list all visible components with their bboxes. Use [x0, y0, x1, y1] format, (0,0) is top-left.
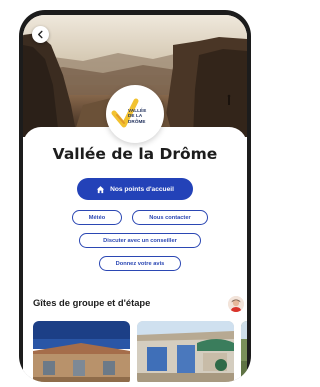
- app-screen: VALLÉE DE LA DRÔME Vallée de la Drôme No…: [23, 15, 247, 382]
- chat-advisor-button[interactable]: Discuter avec un conseiller: [79, 233, 201, 248]
- weather-button[interactable]: Météo: [72, 210, 122, 225]
- section-title: Gîtes de groupe et d'étape: [33, 297, 151, 308]
- listing-thumbnail-1[interactable]: [33, 321, 130, 382]
- listing-thumbnail-2[interactable]: [137, 321, 234, 382]
- contact-button[interactable]: Nous contacter: [132, 210, 208, 225]
- advisor-avatar-icon: [228, 296, 244, 312]
- logo-text-line-2: DE LA DRÔME: [128, 113, 146, 124]
- phone-frame: VALLÉE DE LA DRÔME Vallée de la Drôme No…: [19, 10, 251, 382]
- advisor-avatar[interactable]: [228, 296, 244, 312]
- destination-logo: VALLÉE DE LA DRÔME: [106, 85, 164, 143]
- welcome-points-button[interactable]: Nos points d'accueil: [77, 178, 193, 200]
- back-button[interactable]: [32, 26, 49, 43]
- home-icon: [96, 185, 105, 193]
- listing-thumbnail-3[interactable]: [241, 321, 247, 382]
- arrow-left-icon: [38, 30, 43, 39]
- give-review-button[interactable]: Donnez votre avis: [99, 256, 181, 271]
- page-title: Vallée de la Drôme: [52, 145, 218, 163]
- logo-text: VALLÉE DE LA DRÔME: [128, 108, 158, 124]
- welcome-points-label: Nos points d'accueil: [110, 185, 174, 193]
